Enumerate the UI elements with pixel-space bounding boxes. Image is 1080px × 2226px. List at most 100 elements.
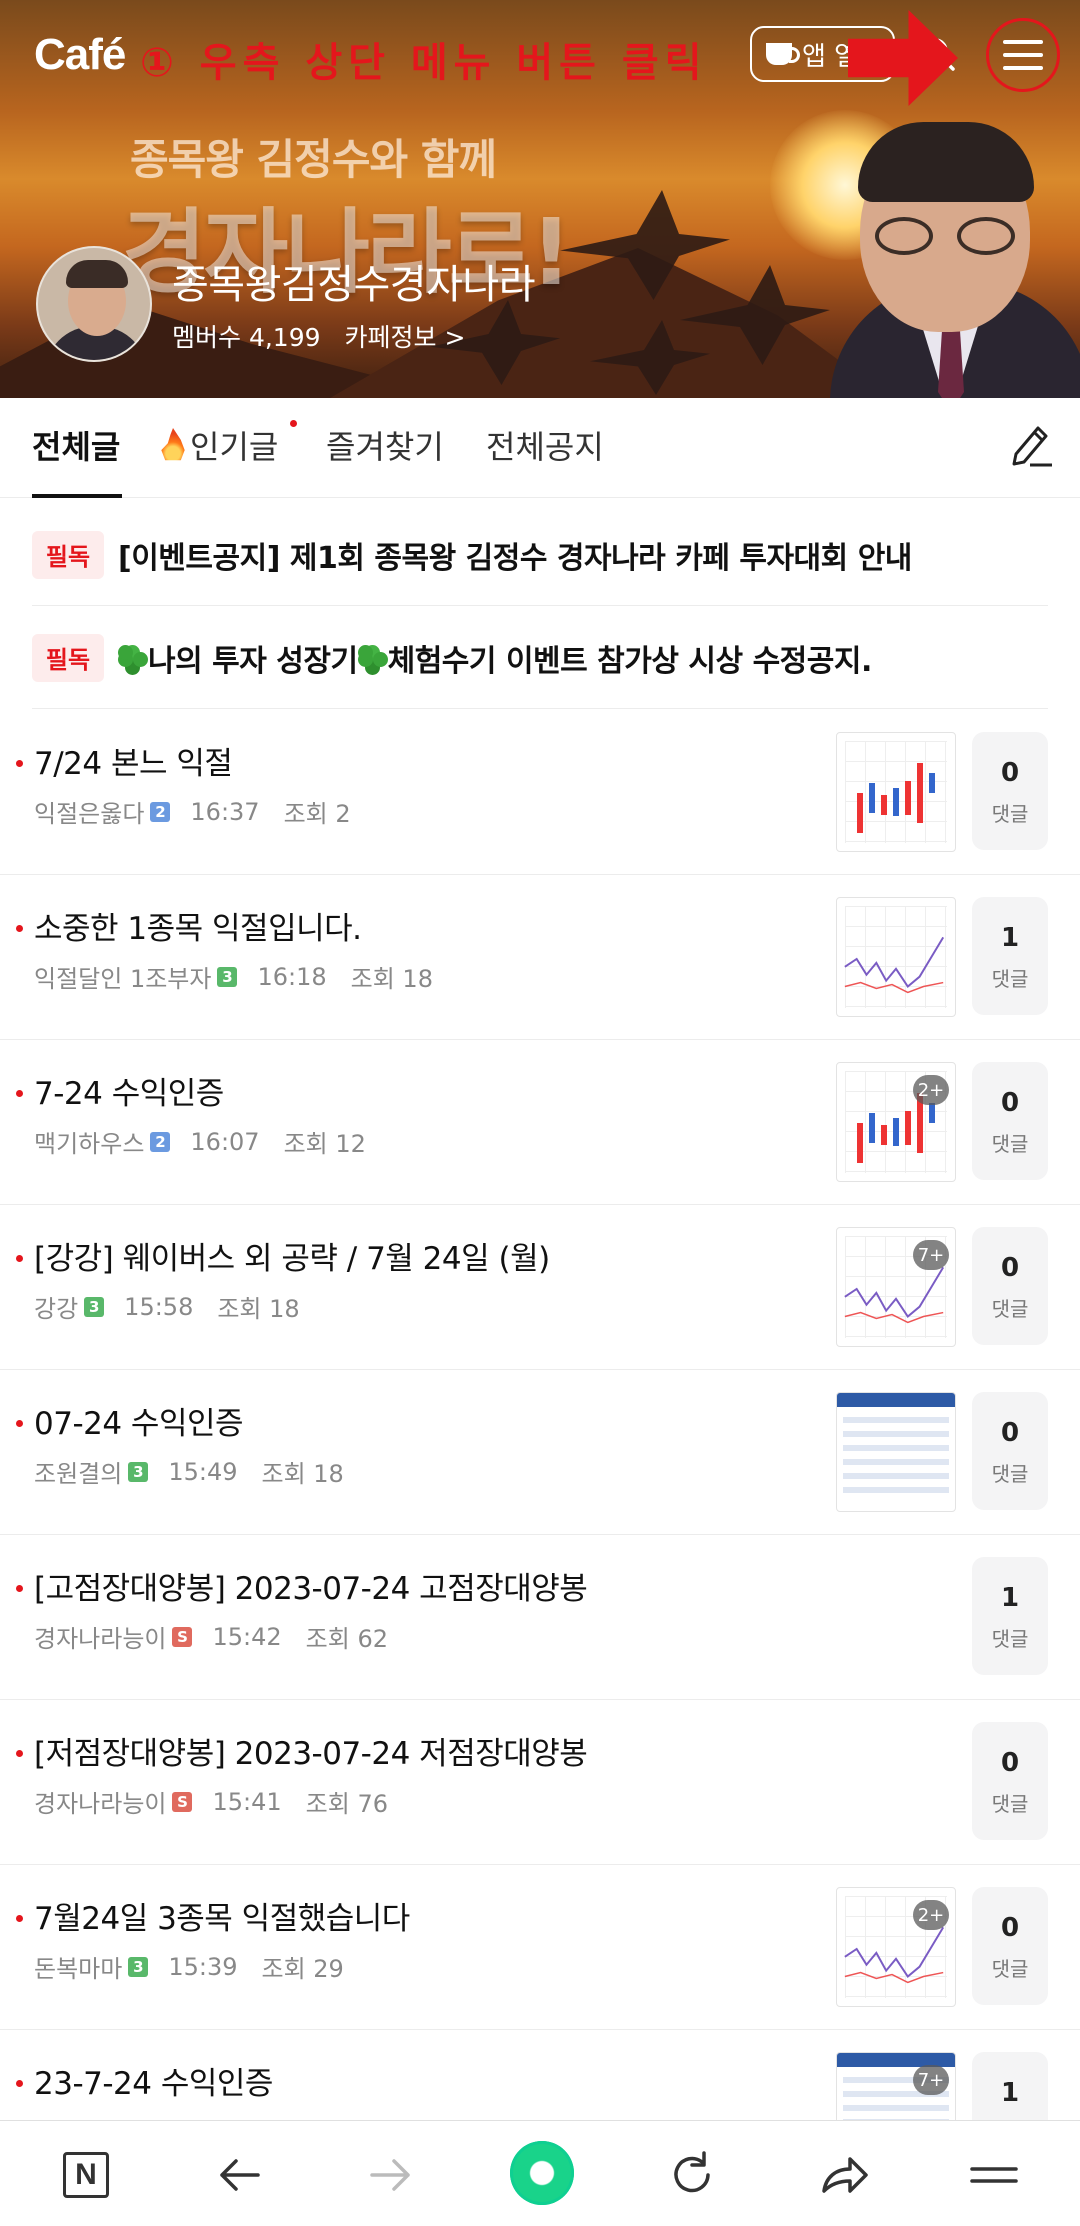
menu-icon[interactable] <box>966 2147 1022 2203</box>
fire-icon <box>161 428 185 461</box>
more-images-badge: 2+ <box>913 1075 949 1105</box>
must-read-tag: 필독 <box>32 633 104 682</box>
post-row[interactable]: 7/24 본느 익절 익절은옳다 2 16:37 조회 2 0 댓글 <box>0 710 1080 875</box>
post-time: 15:49 <box>168 1457 238 1486</box>
post-meta: 맥기하우스 2 16:07 조회 12 <box>34 1124 366 1159</box>
comment-count: 1 <box>1000 1583 1020 1613</box>
post-views: 조회 18 <box>217 1295 300 1323</box>
cafe-profile-image[interactable] <box>36 246 152 362</box>
comment-count: 0 <box>1000 1748 1020 1778</box>
post-title: 7월24일 3종목 익절했습니다 <box>34 1901 410 1937</box>
post-author: 강강 <box>34 1295 79 1323</box>
new-post-dot <box>16 1585 23 1592</box>
post-views: 조회 2 <box>283 800 351 828</box>
new-post-dot <box>16 1090 23 1097</box>
post-meta: 조원결의 3 15:49 조회 18 <box>34 1454 344 1489</box>
post-row[interactable]: 7-24 수익인증 맥기하우스 2 16:07 조회 12 2+ 0 댓글 <box>0 1040 1080 1205</box>
comment-count-box[interactable]: 0 댓글 <box>972 1887 1048 2005</box>
tab-all-posts[interactable]: 전체글 <box>32 422 120 468</box>
notice-item[interactable]: 필독 나의 투자 성장기 체험수기 이벤트 참가상 시상 수정공지. <box>32 607 1048 709</box>
comment-count-box[interactable]: 0 댓글 <box>972 732 1048 850</box>
post-views: 조회 76 <box>305 1790 388 1818</box>
comment-count-box[interactable]: 0 댓글 <box>972 1062 1048 1180</box>
post-thumbnail[interactable]: 2+ <box>836 1062 956 1182</box>
post-meta: 경자나라능이 S 15:41 조회 76 <box>34 1784 388 1819</box>
post-author: 맥기하우스 <box>34 1130 145 1158</box>
back-arrow-icon[interactable] <box>212 2147 268 2203</box>
new-post-dot <box>16 760 23 767</box>
comment-count-box[interactable]: 1 댓글 <box>972 897 1048 1015</box>
comment-count-box[interactable]: 0 댓글 <box>972 1392 1048 1510</box>
coffee-cup-icon <box>766 43 800 65</box>
post-title: [저점장대양봉] 2023-07-24 저점장대양봉 <box>34 1736 588 1772</box>
comment-count: 0 <box>1000 1253 1020 1283</box>
post-meta: 강강 3 15:58 조회 18 <box>34 1289 300 1324</box>
comment-count-box[interactable]: 1 댓글 <box>972 1557 1048 1675</box>
post-row[interactable]: 소중한 1종목 익절입니다. 익절달인 1조부자 3 16:18 조회 18 1… <box>0 875 1080 1040</box>
post-author: 경자나라능이 <box>34 1790 167 1818</box>
comment-label: 댓글 <box>991 1627 1029 1651</box>
refresh-icon[interactable] <box>664 2147 720 2203</box>
tab-popular[interactable]: 인기글 <box>160 422 278 468</box>
post-author: 돈복마마 <box>34 1955 123 1983</box>
browser-bottom-bar: N <box>0 2120 1080 2226</box>
tab-all-notices[interactable]: 전체공지 <box>486 422 604 468</box>
comment-count-box[interactable]: 0 댓글 <box>972 1722 1048 1840</box>
new-post-dot <box>16 1420 23 1427</box>
comment-count: 0 <box>1000 1088 1020 1118</box>
write-post-icon[interactable] <box>1008 420 1054 468</box>
post-time: 15:42 <box>212 1622 282 1651</box>
member-count: 멤버수 4,199 <box>172 323 321 352</box>
comment-count: 1 <box>1000 2078 1020 2108</box>
post-views: 조회 62 <box>305 1625 388 1653</box>
notice-title: 나의 투자 성장기 체험수기 이벤트 참가상 시상 수정공지. <box>118 636 872 680</box>
hamburger-menu-button[interactable] <box>986 18 1060 92</box>
cafe-info-link[interactable]: 카페정보 > <box>345 318 466 354</box>
member-level-badge: 2 <box>150 1131 171 1152</box>
post-views: 조회 29 <box>261 1955 344 1983</box>
post-title: 7-24 수익인증 <box>34 1076 224 1112</box>
post-views: 조회 18 <box>261 1460 344 1488</box>
banner-person-photo <box>800 112 1080 398</box>
post-row[interactable]: 7월24일 3종목 익절했습니다 돈복마마 3 15:39 조회 29 2+ 0… <box>0 1865 1080 2030</box>
post-time: 15:39 <box>168 1952 238 1981</box>
post-title: 소중한 1종목 익절입니다. <box>34 911 362 947</box>
post-time: 15:58 <box>124 1292 194 1321</box>
naver-n-icon[interactable]: N <box>58 2147 114 2203</box>
post-time: 15:41 <box>212 1787 282 1816</box>
member-level-badge: 3 <box>128 1956 149 1977</box>
member-level-badge: S <box>172 1626 193 1647</box>
red-arrow-annotation <box>848 10 958 106</box>
post-title: [강강] 웨이버스 외 공략 / 7월 24일 (월) <box>34 1241 550 1277</box>
post-row[interactable]: 07-24 수익인증 조원결의 3 15:49 조회 18 0 댓글 <box>0 1370 1080 1535</box>
post-thumbnail[interactable]: 7+ <box>836 1227 956 1347</box>
comment-count-box[interactable]: 0 댓글 <box>972 1227 1048 1345</box>
new-post-dot <box>16 2080 23 2087</box>
post-author: 경자나라능이 <box>34 1625 167 1653</box>
post-thumbnail[interactable] <box>836 732 956 852</box>
more-images-badge: 2+ <box>913 1900 949 1930</box>
comment-count: 0 <box>1000 1418 1020 1448</box>
more-images-badge: 7+ <box>913 2065 949 2095</box>
post-row[interactable]: [저점장대양봉] 2023-07-24 저점장대양봉 경자나라능이 S 15:4… <box>0 1700 1080 1865</box>
comment-label: 댓글 <box>991 1957 1029 1981</box>
comment-label: 댓글 <box>991 802 1029 826</box>
post-row[interactable]: [강강] 웨이버스 외 공략 / 7월 24일 (월) 강강 3 15:58 조… <box>0 1205 1080 1370</box>
new-post-dot <box>16 925 23 932</box>
post-thumbnail[interactable]: 2+ <box>836 1887 956 2007</box>
post-thumbnail[interactable] <box>836 897 956 1017</box>
cafe-logo[interactable]: Café <box>34 30 126 80</box>
share-icon[interactable] <box>816 2147 872 2203</box>
post-title: 23-7-24 수익인증 <box>34 2066 273 2102</box>
tab-favorites[interactable]: 즐겨찾기 <box>326 422 444 468</box>
post-thumbnail[interactable] <box>836 1392 956 1512</box>
notice-item[interactable]: 필독 [이벤트공지] 제1회 종목왕 김정수 경자나라 카페 투자대회 안내 <box>32 504 1048 606</box>
forward-arrow-icon[interactable] <box>362 2147 418 2203</box>
comment-count: 0 <box>1000 758 1020 788</box>
comment-label: 댓글 <box>991 1792 1029 1816</box>
clover-icon <box>118 644 148 675</box>
comment-count: 0 <box>1000 1913 1020 1943</box>
post-views: 조회 18 <box>350 965 433 993</box>
home-icon[interactable] <box>510 2141 574 2205</box>
post-row[interactable]: [고점장대양봉] 2023-07-24 고점장대양봉 경자나라능이 S 15:4… <box>0 1535 1080 1700</box>
